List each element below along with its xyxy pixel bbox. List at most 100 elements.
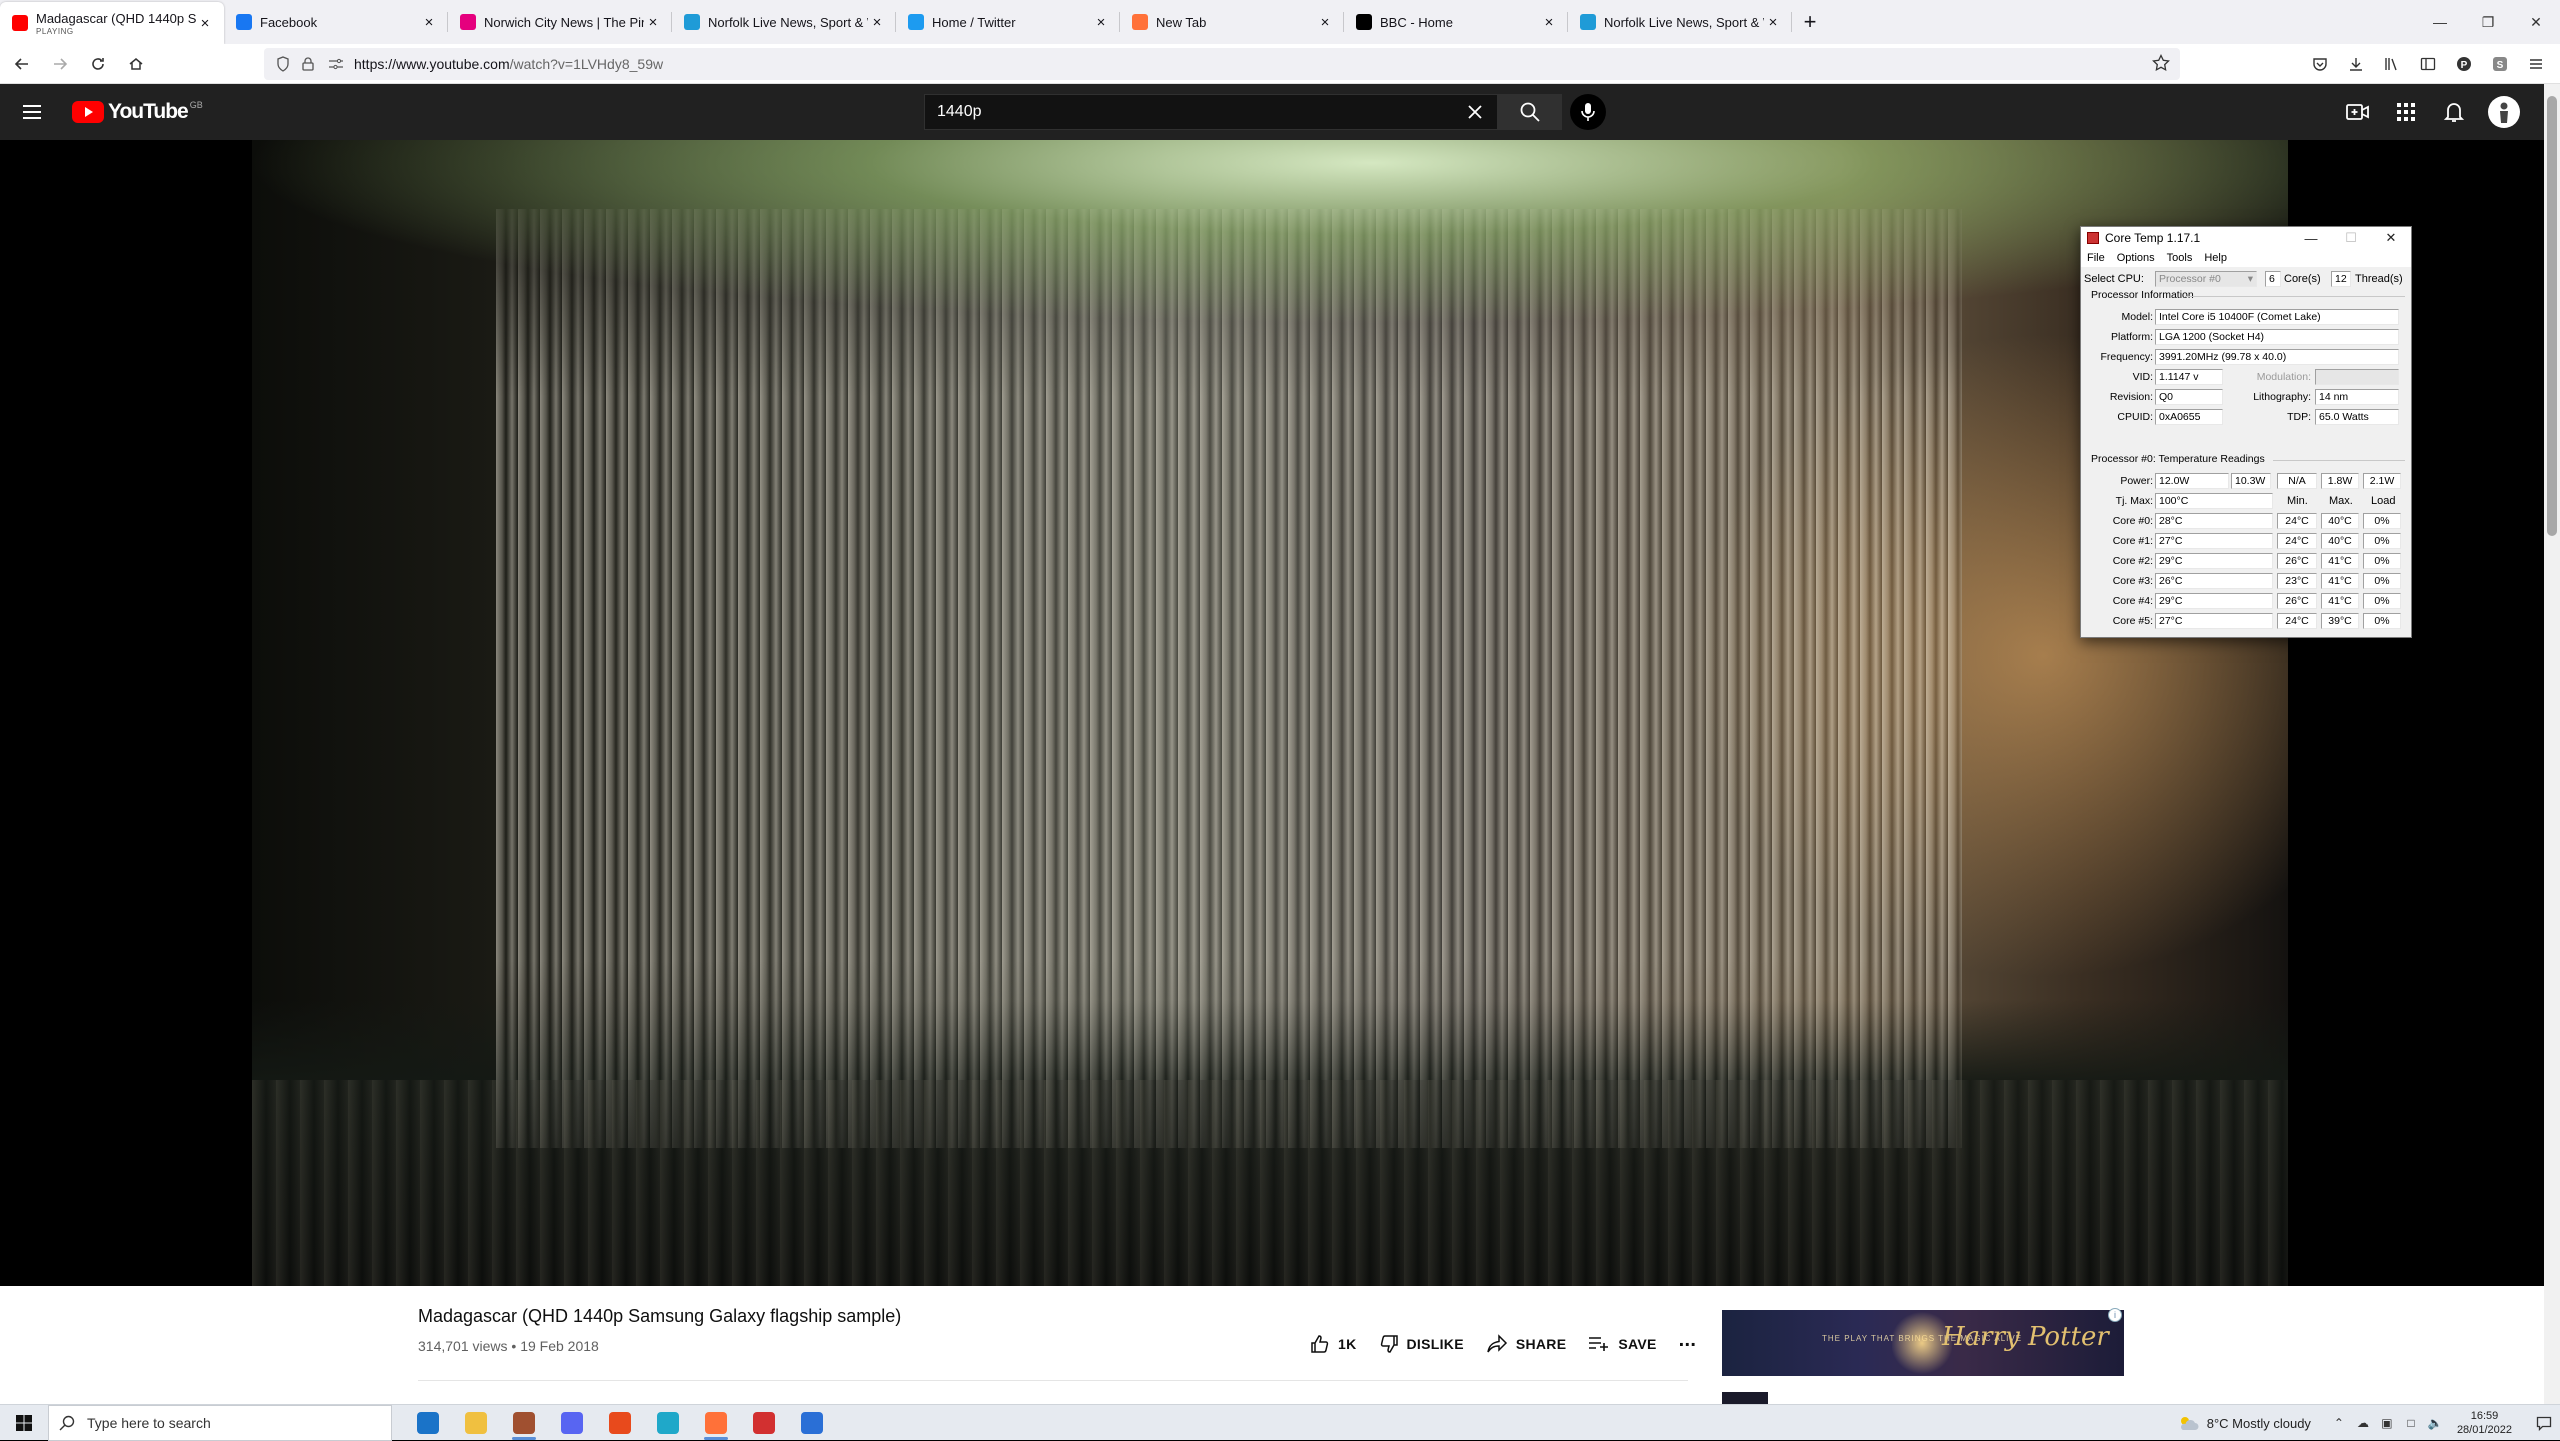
pocket-button[interactable] [2304,48,2336,80]
taskbar-app-button[interactable] [596,1405,644,1441]
taskbar-app-button[interactable] [788,1405,836,1441]
clear-search-icon[interactable] [1465,102,1485,122]
coretemp-titlebar[interactable]: Core Temp 1.17.1 — ☐ ✕ [2081,227,2411,249]
browser-tab[interactable]: Norwich City News | The Pink U× [448,0,672,44]
close-window-button[interactable]: ✕ [2512,0,2560,44]
apps-button[interactable] [2386,94,2426,130]
show-hidden-icons-chevron-icon[interactable]: ⌃ [2327,1416,2351,1430]
weather-widget[interactable]: 8°C Mostly cloudy [2177,1415,2311,1431]
ad-info-icon[interactable]: i [2108,1308,2122,1322]
close-tab-icon[interactable]: × [868,13,886,31]
devices-icon[interactable]: ▣ [2375,1416,2399,1430]
browser-tab[interactable]: Facebook × [224,0,448,44]
library-button[interactable] [2376,48,2408,80]
shield-icon[interactable] [276,56,296,72]
tab-title: Norfolk Live News, Sport & Wh [708,15,868,30]
app-menu-button[interactable] [2520,48,2552,80]
close-tab-icon[interactable]: × [1092,13,1110,31]
close-tab-icon[interactable]: × [1764,13,1782,31]
browser-tab[interactable]: Madagascar (QHD 1440p SamsungPLAYING× [0,2,224,44]
permissions-icon[interactable] [328,57,348,71]
threads-count: 12 [2331,271,2351,287]
coretemp-minimize-button[interactable]: — [2291,227,2331,249]
ad-brand-text: Harry Potter [1942,1322,2109,1352]
video-frame[interactable] [252,140,2288,1286]
voice-search-button[interactable] [1570,94,1606,130]
taskbar-app-button[interactable] [452,1405,500,1441]
browser-tab[interactable]: Home / Twitter × [896,0,1120,44]
tab-playing-indicator: PLAYING [36,26,74,36]
page-scrollbar[interactable] [2544,84,2560,1404]
core-max-temperature: 39°C [2321,613,2359,629]
tab-title: Norfolk Live News, Sport & Wh [1604,15,1764,30]
menu-file[interactable]: File [2087,252,2105,264]
new-tab-button[interactable]: + [1792,0,1828,44]
menu-help[interactable]: Help [2204,252,2227,264]
video-image-reflection [252,1079,2288,1286]
start-button[interactable] [0,1405,48,1441]
close-tab-icon[interactable]: × [1540,13,1558,31]
volume-icon[interactable]: 🔈 [2423,1416,2447,1430]
share-button[interactable]: SHARE [1486,1334,1567,1354]
facebook-favicon-icon [236,14,252,30]
more-actions-button[interactable]: ... [1679,1329,1697,1352]
core-max-temperature: 40°C [2321,533,2359,549]
core-temperature: 27°C [2155,533,2273,549]
close-tab-icon[interactable]: × [420,13,438,31]
taskbar-search-input[interactable]: Type here to search [48,1404,392,1441]
platform-value: LGA 1200 (Socket H4) [2155,329,2399,345]
browser-tab[interactable]: New Tab × [1120,0,1344,44]
related-video-thumbnail[interactable] [1722,1392,1768,1404]
taskbar-app-button[interactable] [692,1405,740,1441]
ad-banner[interactable]: THE PLAY THAT BRINGS THE MAGIC ALIVE Har… [1722,1310,2124,1376]
extension-s-button[interactable]: S [2484,48,2516,80]
close-tab-icon[interactable]: × [196,14,214,32]
home-button[interactable] [120,48,152,80]
reload-button[interactable] [82,48,114,80]
back-button[interactable] [6,48,38,80]
menu-options[interactable]: Options [2117,252,2155,264]
extension-p-button[interactable]: P [2448,48,2480,80]
menu-tools[interactable]: Tools [2167,252,2193,264]
network-icon[interactable]: □ [2399,1416,2423,1430]
downloads-button[interactable] [2340,48,2372,80]
dislike-button[interactable]: DISLIKE [1379,1334,1464,1354]
restore-window-button[interactable]: ❐ [2464,0,2512,44]
close-tab-icon[interactable]: × [1316,13,1334,31]
url-path: /watch?v=1LVHdy8_59w [509,56,664,72]
like-button[interactable]: 1K [1310,1334,1357,1354]
taskbar-app-button[interactable] [548,1405,596,1441]
create-button[interactable] [2338,94,2378,130]
library-icon [2384,56,2400,72]
avatar[interactable] [2488,96,2520,128]
browser-tab[interactable]: Norfolk Live News, Sport & Wh× [1568,0,1792,44]
browser-tab[interactable]: Norfolk Live News, Sport & Wh× [672,0,896,44]
search-input[interactable]: 1440p [924,94,1498,130]
taskbar-app-button[interactable] [500,1405,548,1441]
notifications-button[interactable] [2434,94,2474,130]
lock-icon[interactable] [302,57,322,71]
forward-button[interactable] [44,48,76,80]
guide-menu-button[interactable] [20,100,44,124]
scrollbar-thumb[interactable] [2547,96,2557,536]
address-bar[interactable]: https://www.youtube.com/watch?v=1LVHdy8_… [264,48,2180,80]
processor-select[interactable]: Processor #0 ▾ [2155,271,2257,287]
notification-center-button[interactable] [2528,1415,2560,1431]
minimize-window-button[interactable]: — [2416,0,2464,44]
save-button[interactable]: SAVE [1588,1334,1656,1354]
taskbar-app-button[interactable] [644,1405,692,1441]
onedrive-icon[interactable]: ☁ [2351,1416,2375,1430]
taskbar-app-button[interactable] [404,1405,452,1441]
close-tab-icon[interactable]: × [644,13,662,31]
share-label: SHARE [1515,1336,1567,1352]
taskbar-clock[interactable]: 16:59 28/01/2022 [2457,1409,2512,1437]
cores-label: Core(s) [2284,273,2321,285]
bookmark-star-icon[interactable] [2152,54,2170,72]
search-button[interactable] [1498,94,1562,130]
coretemp-close-button[interactable]: ✕ [2371,227,2411,249]
youtube-logo[interactable]: YouTube GB [72,100,203,124]
sidebar-button[interactable] [2412,48,2444,80]
taskbar-app-button[interactable] [740,1405,788,1441]
browser-tab[interactable]: BBC - Home × [1344,0,1568,44]
coretemp-maximize-button[interactable]: ☐ [2331,227,2371,249]
